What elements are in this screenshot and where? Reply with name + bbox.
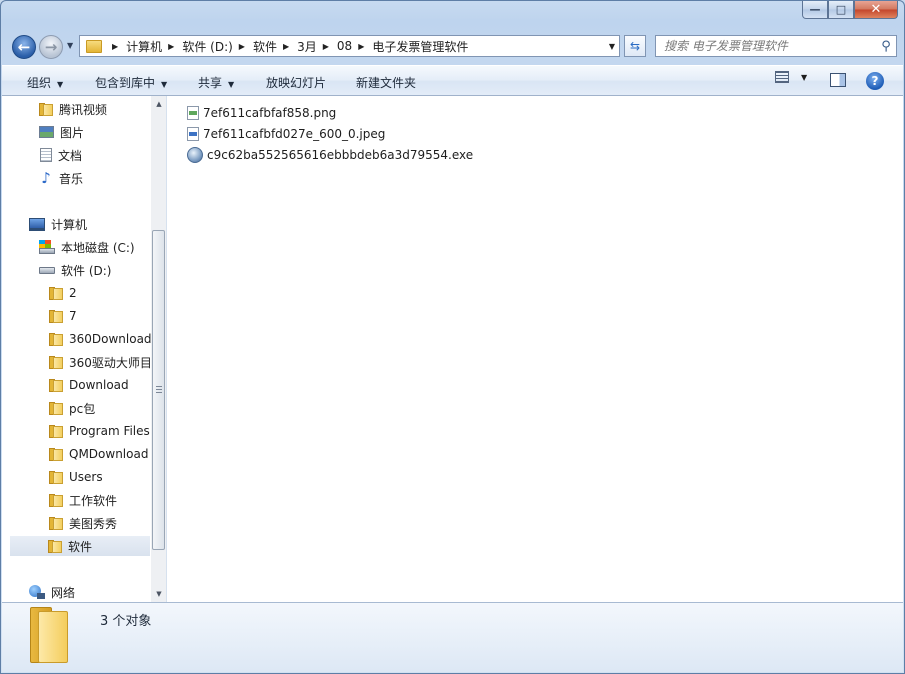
jpeg-file-icon [187,127,199,141]
recent-pages-dropdown-icon[interactable]: ▼ [67,41,73,50]
change-view-button[interactable]: ▼ [775,71,807,83]
views-dropdown-icon[interactable]: ▼ [801,73,807,82]
file-item[interactable]: c9c62ba552565616ebbbdeb6a3d79554.exe [187,145,473,165]
exe-file-icon [187,147,203,163]
folder-icon [49,355,63,369]
folder-icon [49,332,63,346]
scrollbar-thumb[interactable] [152,230,165,550]
explorer-window: — □ ✕ ← → ▼ ▶ 计算机 ▶ 软件 (D:) ▶ 软件 ▶ 3月 ▶ 08 ▶ … [0,0,905,674]
breadcrumb-item[interactable]: 电子发票管理软件 [372,38,468,55]
folder-icon [49,516,63,530]
search-input[interactable] [656,38,876,54]
forward-button[interactable]: → [39,35,63,59]
system-drive-icon [39,240,55,254]
scroll-down-arrow-icon[interactable]: ▼ [151,586,166,602]
command-bar: 组织 ▼ 包含到库中 ▼ 共享 ▼ 放映幻灯片 新建文件夹 ▼ ? [2,65,903,96]
organize-menu[interactable]: 组织 ▼ [27,74,63,91]
breadcrumb-item[interactable]: 08 ▶ [337,39,372,53]
address-bar[interactable]: ▶ 计算机 ▶ 软件 (D:) ▶ 软件 ▶ 3月 ▶ 08 ▶ 电子发票管理软件 ▼ [79,35,620,57]
sidebar-item-documents[interactable]: 文档 [40,145,82,165]
sidebar-folder[interactable]: 工作软件 [49,490,117,510]
refresh-icon: ⇆ [629,39,641,53]
address-history-dropdown-icon[interactable]: ▼ [609,42,615,51]
large-folder-icon [30,607,70,663]
sidebar-folder[interactable]: 360驱动大师目 [49,352,152,372]
computer-icon [29,217,45,231]
sidebar-folder[interactable]: pc包 [49,398,95,418]
navigation-pane: 腾讯视频 图片 文档 ♪ 音乐 计算机 本地磁盘 (C:) 软件 (D:) 2 7… [2,96,167,602]
sidebar-item-computer[interactable]: 计算机 [29,214,87,234]
sidebar-folder-selected[interactable]: 软件 [10,536,150,556]
breadcrumb-item[interactable]: 3月 ▶ [297,38,337,55]
sidebar-folder[interactable]: 7 [49,306,77,326]
breadcrumb-item[interactable]: 软件 ▶ [253,38,297,55]
music-icon: ♪ [41,169,51,187]
refresh-button[interactable]: ⇆ [624,35,646,57]
network-icon [29,585,45,599]
file-list: 7ef611cafbfaf858.png 7ef611cafbfd027e_60… [167,96,903,602]
sidebar-folder[interactable]: QMDownload [49,444,148,464]
sidebar-folder[interactable]: Download [49,375,129,395]
preview-pane-icon [830,73,846,87]
folder-icon [86,39,102,53]
sidebar-scrollbar[interactable]: ▲ ▼ [151,96,166,602]
scroll-up-arrow-icon[interactable]: ▲ [151,96,166,112]
search-icon[interactable]: ⚲ [876,39,896,54]
folder-icon [49,447,63,461]
window-controls: — □ ✕ [802,1,898,21]
close-button[interactable]: ✕ [854,1,898,19]
sidebar-folder[interactable]: Users [49,467,103,487]
sidebar-item-network[interactable]: 网络 [29,582,75,602]
maximize-button[interactable]: □ [828,1,854,19]
item-count: 3 个对象 [100,614,152,629]
sidebar-folder[interactable]: 2 [49,283,77,303]
sidebar-item-tencent-video[interactable]: 腾讯视频 [39,99,107,119]
help-button[interactable]: ? [866,72,884,90]
preview-pane-button[interactable] [830,73,846,87]
pictures-icon [39,126,54,138]
folder-icon [49,378,63,392]
breadcrumb-item[interactable]: 软件 (D:) ▶ [182,38,253,55]
folder-icon [48,539,62,553]
sidebar-item-drive-c[interactable]: 本地磁盘 (C:) [39,237,135,257]
png-file-icon [187,106,199,120]
search-box[interactable]: ⚲ [655,35,897,57]
sidebar-item-drive-d[interactable]: 软件 (D:) [39,260,111,280]
slideshow-button[interactable]: 放映幻灯片 [266,74,326,91]
folder-icon [49,286,63,300]
folder-icon [49,493,63,507]
details-pane: 3 个对象 [2,602,903,672]
sidebar-item-pictures[interactable]: 图片 [39,122,84,142]
help-icon: ? [866,72,884,90]
folder-icon [49,424,63,438]
folder-icon [39,102,53,116]
back-button[interactable]: ← [12,35,36,59]
minimize-button[interactable]: — [802,1,828,19]
new-folder-button[interactable]: 新建文件夹 [356,74,416,91]
drive-icon [39,266,55,274]
sidebar-folder[interactable]: 美图秀秀 [49,513,117,533]
breadcrumb-item[interactable]: 计算机 ▶ [126,38,182,55]
file-item[interactable]: 7ef611cafbfaf858.png [187,103,336,123]
file-item[interactable]: 7ef611cafbfd027e_600_0.jpeg [187,124,385,144]
share-menu[interactable]: 共享 ▼ [198,74,234,91]
documents-icon [40,148,52,162]
folder-icon [49,470,63,484]
folder-icon [49,309,63,323]
folder-icon [49,401,63,415]
sidebar-folder[interactable]: 360Download [49,329,152,349]
views-icon [775,71,789,83]
sidebar-item-music[interactable]: ♪ 音乐 [39,168,83,188]
breadcrumb-root-arrow[interactable]: ▶ [106,42,126,51]
include-in-library-menu[interactable]: 包含到库中 ▼ [95,74,167,91]
sidebar-folder[interactable]: Program Files [49,421,150,441]
